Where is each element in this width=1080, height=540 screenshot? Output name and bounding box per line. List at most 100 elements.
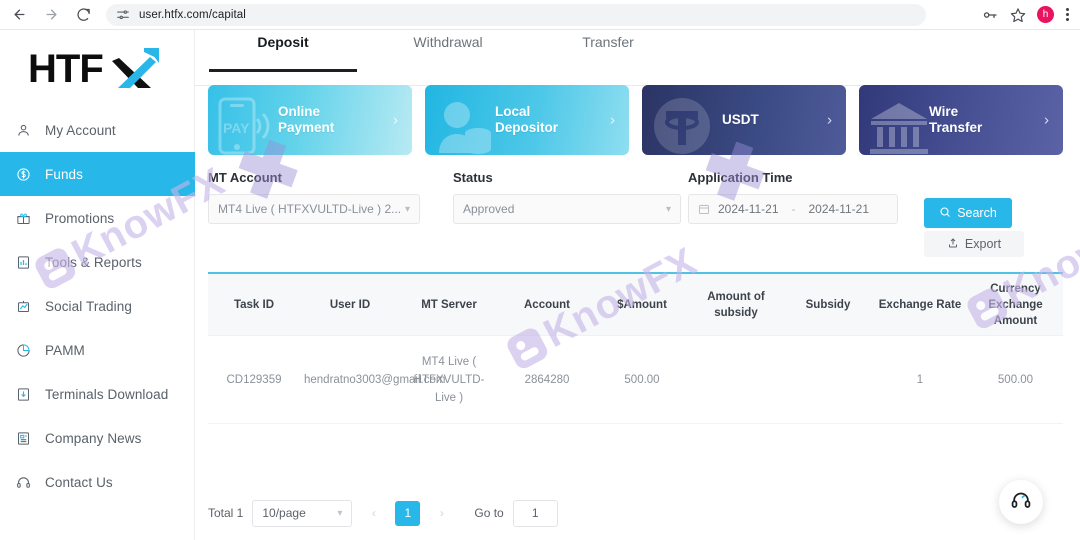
mt-account-value: MT4 Live ( HTFXVULTD-Live ) 2... (218, 202, 402, 216)
star-icon[interactable] (1009, 6, 1027, 24)
filter-label: Status (453, 170, 493, 185)
headphones-support-icon (1010, 489, 1032, 516)
forward-arrow-icon (44, 7, 59, 22)
table-row[interactable]: CD129359 hendratno3003@gmail.com MT4 Liv… (208, 336, 1063, 424)
chevron-right-icon: › (827, 111, 832, 129)
sidebar-item-label: Company News (45, 430, 142, 446)
date-start: 2024-11-21 (718, 202, 779, 216)
support-chat-button[interactable] (999, 480, 1043, 524)
payment-card-online-payment[interactable]: PAY Online Payment › (208, 85, 412, 155)
card-line-1: USDT (722, 112, 759, 127)
sidebar-item-label: My Account (45, 122, 116, 138)
pagination: Total 1 10/page ▾ ‹ 1 › Go to 1 (208, 495, 1063, 531)
column-header-subsidy: Subsidy (805, 298, 851, 311)
url-text: user.htfx.com/capital (139, 8, 246, 21)
page-size-value: 10/page (262, 506, 306, 520)
card-line-2: Transfer (929, 120, 983, 135)
dollar-circle-icon (16, 165, 38, 183)
sidebar-item-terminals-download[interactable]: Terminals Download (0, 372, 195, 416)
cell-user-id: hendratno3003@gmail.com (304, 373, 446, 386)
date-end: 2024-11-21 (808, 202, 870, 216)
payment-card-label: USDT (722, 112, 759, 128)
tab-deposit[interactable]: Deposit (203, 30, 363, 72)
chevron-down-icon: ▾ (665, 203, 671, 215)
back-arrow-icon (12, 7, 27, 22)
sidebar-item-promotions[interactable]: Promotions (0, 196, 195, 240)
filter-mt-account: MT Account MT4 Live ( HTFXVULTD-Live ) 2… (208, 170, 420, 224)
forward-button[interactable] (38, 2, 64, 28)
person-coins-icon (431, 93, 503, 155)
sidebar-item-my-account[interactable]: My Account (0, 108, 195, 152)
tab-withdrawal[interactable]: Withdrawal (373, 30, 523, 62)
search-button[interactable]: Search (924, 198, 1012, 228)
address-bar[interactable]: user.htfx.com/capital (106, 3, 926, 26)
chevron-left-icon: ‹ (371, 506, 376, 520)
chevron-down-icon: ▾ (337, 507, 343, 519)
tether-coin-icon (648, 93, 720, 155)
reload-icon (76, 7, 91, 22)
avatar[interactable]: h (1037, 6, 1054, 23)
back-button[interactable] (6, 2, 32, 28)
cell-amount: 500.00 (624, 373, 660, 386)
svg-text:HTF: HTF (28, 47, 103, 91)
payment-card-wire-transfer[interactable]: Wire Transfer › (859, 85, 1063, 155)
sidebar-item-label: PAMM (45, 342, 85, 358)
pie-chart-icon (16, 341, 38, 359)
column-header-account: Account (524, 298, 570, 311)
tab-label: Withdrawal (413, 34, 483, 50)
htfx-logo[interactable]: HTF (26, 44, 166, 96)
sidebar-item-label: Contact Us (45, 474, 113, 490)
browser-actions: h (981, 6, 1080, 24)
sidebar-item-tools-and-reports[interactable]: Tools & Reports (0, 240, 195, 284)
export-button[interactable]: Export (924, 231, 1024, 257)
tab-label: Transfer (582, 34, 634, 50)
page-size-select[interactable]: 10/page ▾ (252, 499, 353, 527)
reload-button[interactable] (70, 2, 96, 28)
chevron-down-icon: ▾ (404, 203, 410, 215)
sidebar-item-company-news[interactable]: Company News (0, 416, 195, 460)
download-box-icon (16, 385, 38, 403)
cell-currency-exchange-amount: 500.00 (997, 373, 1034, 386)
status-select[interactable]: Approved ▾ (453, 194, 681, 224)
site-settings-icon[interactable] (116, 8, 130, 22)
password-key-icon[interactable] (981, 6, 999, 24)
table-header-row: Task ID User ID MT Server Account $Amoun… (208, 274, 1063, 336)
page-number-1[interactable]: 1 (395, 500, 421, 526)
chevron-right-icon: › (1044, 111, 1049, 129)
sidebar-item-label: Tools & Reports (45, 254, 142, 270)
sidebar-nav: My Account Funds Promotions Tools & Repo… (0, 108, 195, 504)
date-range-picker[interactable]: 2024-11-21 - 2024-11-21 (688, 194, 898, 224)
mobile-pay-icon: PAY (214, 93, 286, 155)
tab-transfer[interactable]: Transfer (533, 30, 683, 62)
search-icon (939, 206, 951, 221)
funds-tabs: Deposit Withdrawal Transfer (195, 30, 1080, 72)
sidebar-item-funds[interactable]: Funds (0, 152, 195, 196)
main-content: Deposit Withdrawal Transfer PAY Online P… (195, 30, 1080, 540)
payment-card-usdt[interactable]: USDT › (642, 85, 846, 155)
goto-page-input[interactable]: 1 (512, 499, 558, 527)
column-header-exchange-rate: Exchange Rate (878, 298, 962, 311)
column-header-task-id: Task ID (233, 298, 275, 311)
headphones-icon (16, 473, 38, 491)
sidebar-item-social-trading[interactable]: Social Trading (0, 284, 195, 328)
sidebar-item-pamm[interactable]: PAMM (0, 328, 195, 372)
trending-board-icon (16, 297, 38, 315)
payment-method-cards: PAY Online Payment › Local Depositor › U… (208, 85, 1063, 155)
status-value: Approved (463, 202, 515, 216)
prev-page-button[interactable]: ‹ (361, 500, 386, 527)
goto-label: Go to (474, 506, 504, 520)
filter-label: Application Time (688, 170, 793, 185)
browser-toolbar: user.htfx.com/capital h (0, 0, 1080, 30)
column-header-amount: $Amount (617, 298, 667, 311)
payment-card-local-depositor[interactable]: Local Depositor › (425, 85, 629, 155)
card-line-2: Depositor (495, 120, 559, 135)
mt-account-select[interactable]: MT4 Live ( HTFXVULTD-Live ) 2... ▾ (208, 194, 420, 224)
sidebar-item-label: Promotions (45, 210, 115, 226)
sidebar-item-contact-us[interactable]: Contact Us (0, 460, 195, 504)
total-count-label: Total 1 (208, 506, 244, 520)
payment-card-label: Online Payment (278, 104, 334, 136)
transactions-table: Task ID User ID MT Server Account $Amoun… (208, 272, 1063, 424)
next-page-button[interactable]: › (429, 500, 454, 527)
kebab-menu-icon[interactable] (1064, 8, 1071, 21)
calendar-icon (698, 203, 710, 215)
